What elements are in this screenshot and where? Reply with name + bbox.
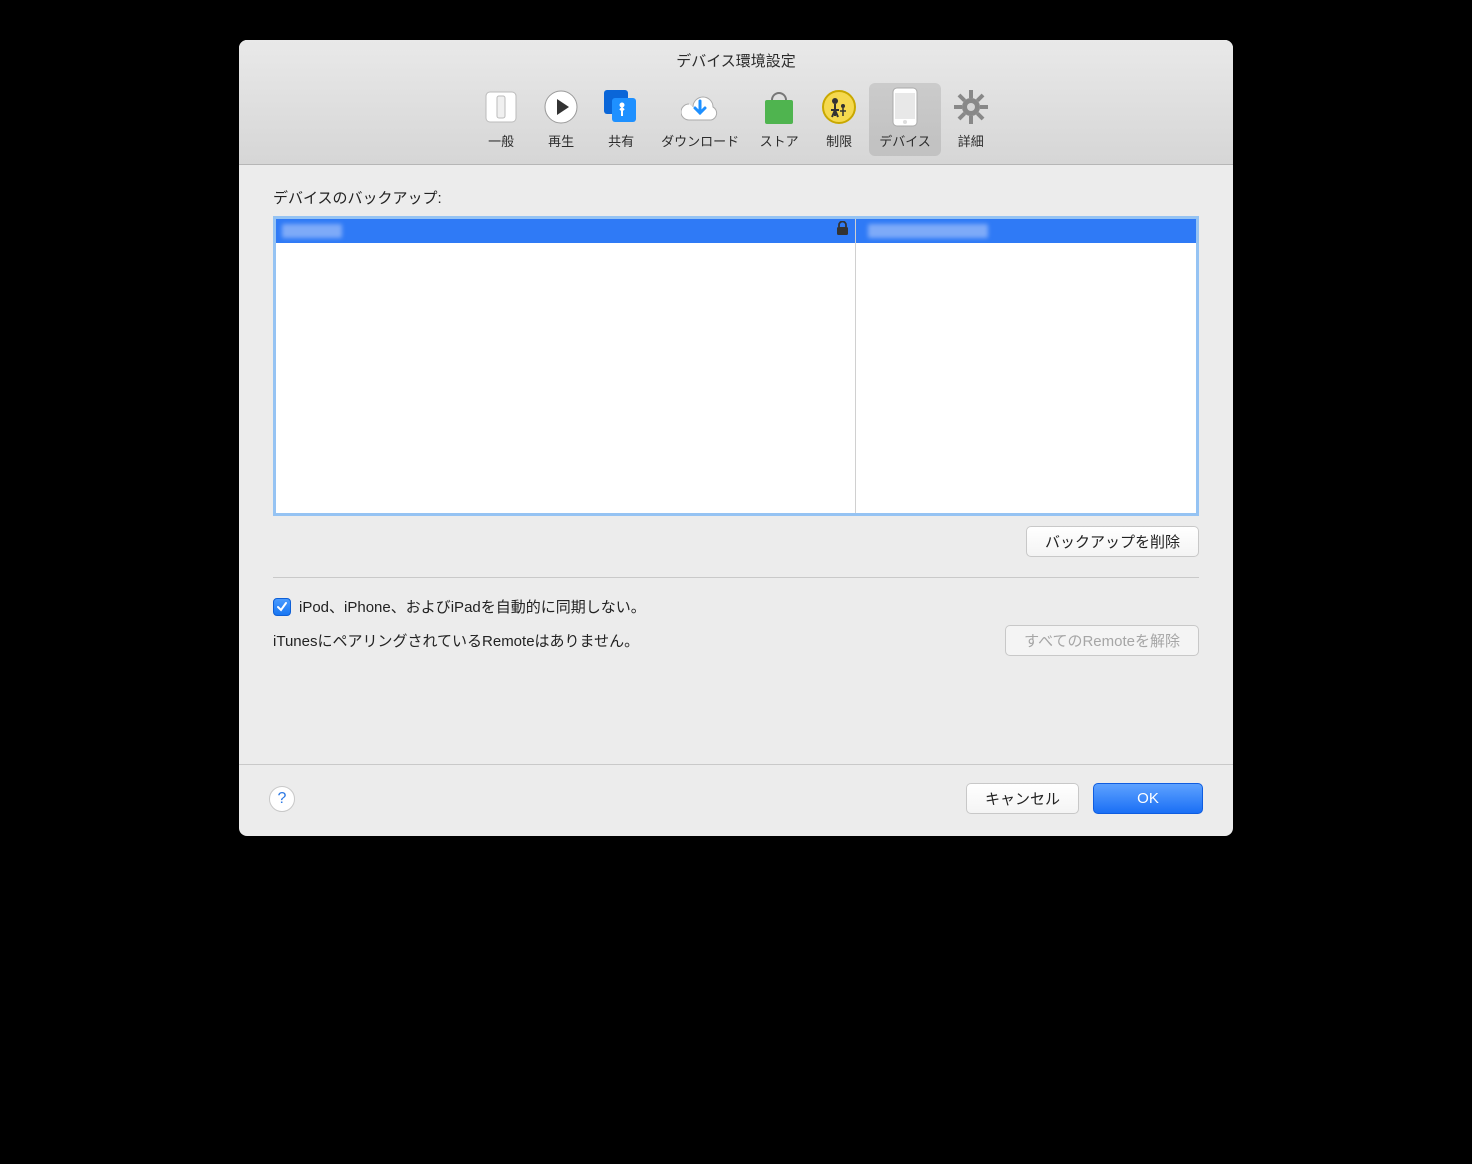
tab-label: 一般 xyxy=(488,131,514,150)
unpair-all-remotes-button: すべてのRemoteを解除 xyxy=(1005,625,1199,656)
device-icon xyxy=(885,87,925,127)
play-icon xyxy=(541,87,581,127)
tab-devices[interactable]: デバイス xyxy=(869,83,941,156)
remote-status: iTunesにペアリングされているRemoteはありません。 xyxy=(273,630,639,651)
cancel-button[interactable]: キャンセル xyxy=(966,783,1079,814)
window-title: デバイス環境設定 xyxy=(239,50,1233,79)
delete-backup-button[interactable]: バックアップを削除 xyxy=(1026,526,1199,557)
divider xyxy=(273,577,1199,578)
prevent-sync-row: iPod、iPhone、およびiPadを自動的に同期しない。 xyxy=(273,596,1199,617)
tab-downloads[interactable]: ダウンロード xyxy=(651,83,749,156)
backup-date xyxy=(868,224,988,238)
tab-playback[interactable]: 再生 xyxy=(531,83,591,156)
help-button[interactable]: ? xyxy=(269,786,295,812)
general-icon xyxy=(481,87,521,127)
tab-label: ストア xyxy=(760,131,799,150)
titlebar: デバイス環境設定 一般 再生 共有 xyxy=(239,40,1233,165)
store-icon xyxy=(759,87,799,127)
toolbar: 一般 再生 共有 ダウンロード xyxy=(239,79,1233,164)
sharing-icon xyxy=(601,87,641,127)
tab-label: 詳細 xyxy=(958,131,984,150)
tab-label: 制限 xyxy=(826,131,852,150)
tab-store[interactable]: ストア xyxy=(749,83,809,156)
prevent-sync-label: iPod、iPhone、およびiPadを自動的に同期しない。 xyxy=(299,596,646,617)
backup-list-names[interactable] xyxy=(276,219,856,513)
tab-label: 共有 xyxy=(608,131,634,150)
gear-icon xyxy=(951,87,991,127)
content-area: デバイスのバックアップ: バックアップを削除 xyxy=(239,165,1233,764)
download-icon xyxy=(680,87,720,127)
remote-row: iTunesにペアリングされているRemoteはありません。 すべてのRemot… xyxy=(273,625,1199,656)
backup-row[interactable] xyxy=(856,219,1196,243)
backup-list-dates[interactable] xyxy=(856,219,1196,513)
backup-row[interactable] xyxy=(276,219,855,243)
preferences-window: デバイス環境設定 一般 再生 共有 xyxy=(239,40,1233,836)
backup-device-name xyxy=(282,224,342,238)
parental-icon xyxy=(819,87,859,127)
ok-button[interactable]: OK xyxy=(1093,783,1203,814)
backup-list[interactable] xyxy=(273,216,1199,516)
tab-label: ダウンロード xyxy=(661,131,739,150)
tab-sharing[interactable]: 共有 xyxy=(591,83,651,156)
prevent-sync-checkbox[interactable] xyxy=(273,598,291,616)
tab-restrictions[interactable]: 制限 xyxy=(809,83,869,156)
tab-general[interactable]: 一般 xyxy=(471,83,531,156)
footer: ? キャンセル OK xyxy=(239,764,1233,836)
tab-label: デバイス xyxy=(879,131,931,150)
lock-icon xyxy=(836,221,849,241)
tab-advanced[interactable]: 詳細 xyxy=(941,83,1001,156)
tab-label: 再生 xyxy=(548,131,574,150)
backups-label: デバイスのバックアップ: xyxy=(273,187,1199,208)
